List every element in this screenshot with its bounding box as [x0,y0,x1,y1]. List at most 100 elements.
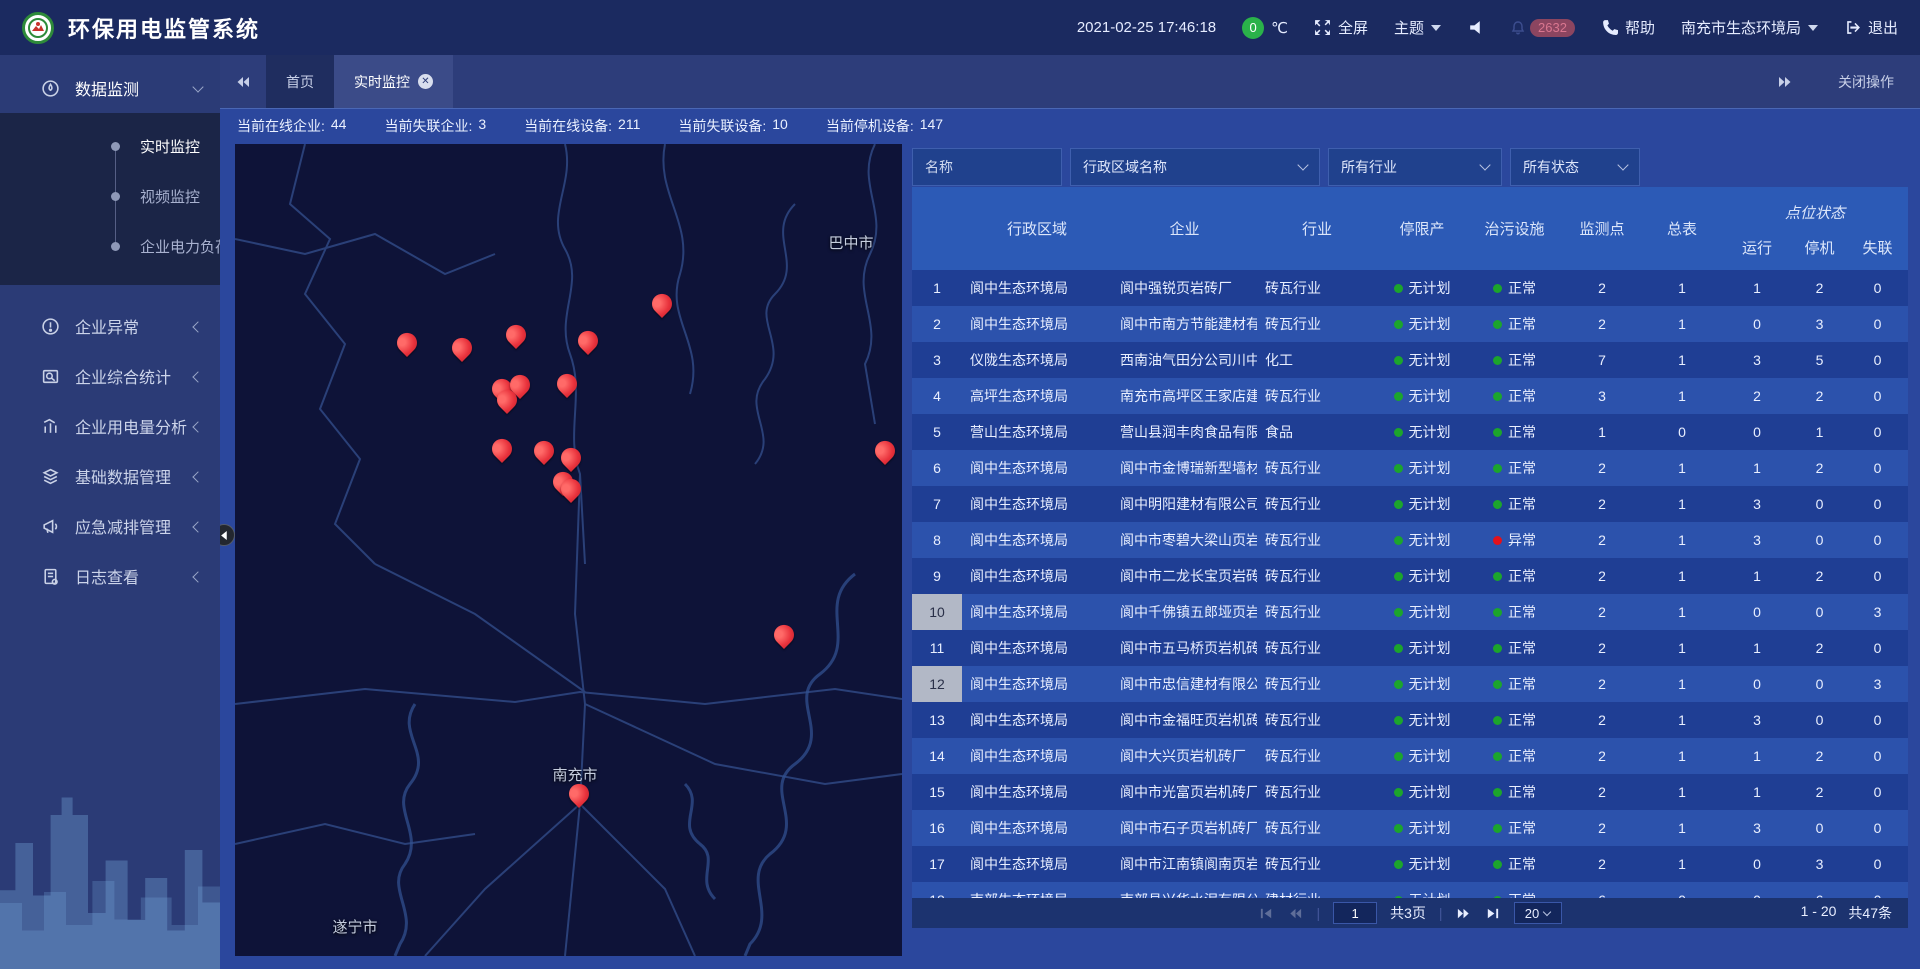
cell-company: 南充市高坪区王家店建 [1112,378,1257,414]
notification-area[interactable]: 2632 [1510,19,1575,37]
prev-page-button[interactable] [1287,905,1303,921]
cell-points: 2 [1562,558,1642,594]
cell-limit: 无计划 [1377,846,1467,882]
status-dot-icon [1493,356,1502,365]
region-select[interactable]: 行政区域名称 [1070,148,1320,186]
app-header: 环保用电监管系统 2021-02-25 17:46:18 0 ℃ 全屏 主题 2… [0,0,1920,55]
table-row[interactable]: 1阆中生态环境局阆中强锐页岩砖厂砖瓦行业无计划正常21120 [912,270,1908,306]
status-dot-icon [1394,428,1403,437]
table-row[interactable]: 9阆中生态环境局阆中市二龙长宝页岩砖砖瓦行业无计划正常21120 [912,558,1908,594]
sidebar-item-6[interactable]: 日志查看 [0,551,220,601]
sidebar-item-0[interactable]: 数据监测 [0,63,220,113]
cell-facility: 正常 [1467,342,1562,378]
fullscreen-button[interactable]: 全屏 [1314,17,1368,38]
tab-bar: 首页 实时监控 ✕ 关闭操作 [220,55,1920,108]
sidebar-item-2[interactable]: 企业综合统计 [0,351,220,401]
sidebar-subitem[interactable]: 企业电力负荷明细 [0,221,220,271]
table-row[interactable]: 6阆中生态环境局阆中市金博瑞新型墙材砖瓦行业无计划正常21120 [912,450,1908,486]
sidebar-item-label: 企业异常 [75,314,139,338]
col-index [912,187,962,270]
status-dot-icon [1493,572,1502,581]
cell-lost: 0 [1847,342,1908,378]
next-page-button[interactable] [1456,905,1472,921]
org-dropdown[interactable]: 南充市生态环境局 [1681,17,1818,38]
table-row[interactable]: 10阆中生态环境局阆中千佛镇五郎垭页岩砖瓦行业无计划正常21003 [912,594,1908,630]
mute-button[interactable] [1467,19,1484,36]
cell-lost: 0 [1847,450,1908,486]
company-name-input-box[interactable] [912,148,1062,186]
industry-select[interactable]: 所有行业 [1328,148,1502,186]
sidebar-item-5[interactable]: 应急减排管理 [0,501,220,551]
sidebar-item-4[interactable]: 基础数据管理 [0,451,220,501]
status-dot-icon [1493,464,1502,473]
table-row[interactable]: 8阆中生态环境局阆中市枣碧大梁山页岩砖瓦行业无计划异常21300 [912,522,1908,558]
cell-company: 阆中市金福旺页岩机砖 [1112,702,1257,738]
cell-facility: 异常 [1467,522,1562,558]
table-row[interactable]: 7阆中生态环境局阆中明阳建材有限公司砖瓦行业无计划正常21300 [912,486,1908,522]
col-lost: 失联 [1847,225,1908,270]
sidebar-subitem[interactable]: 实时监控 [0,121,220,171]
cell-region: 阆中生态环境局 [962,594,1112,630]
cell-meter: 1 [1642,774,1722,810]
chart-icon [40,416,60,436]
page-input[interactable] [1333,902,1377,924]
cell-limit: 无计划 [1377,774,1467,810]
cell-index: 18 [912,882,962,898]
log-icon [40,566,60,586]
tab-scroll-left-button[interactable] [220,55,266,108]
prev-page-icon [1288,906,1303,921]
cell-company: 阆中市二龙长宝页岩砖 [1112,558,1257,594]
table-row[interactable]: 2阆中生态环境局阆中市南方节能建材有砖瓦行业无计划正常21030 [912,306,1908,342]
table-row[interactable]: 13阆中生态环境局阆中市金福旺页岩机砖砖瓦行业无计划正常21300 [912,702,1908,738]
status-select[interactable]: 所有状态 [1510,148,1640,186]
col-company: 企业 [1112,187,1257,270]
cell-limit: 无计划 [1377,810,1467,846]
first-page-button[interactable] [1258,905,1274,921]
cell-stop: 3 [1792,846,1847,882]
table-row[interactable]: 14阆中生态环境局阆中大兴页岩机砖厂砖瓦行业无计划正常21120 [912,738,1908,774]
table-row[interactable]: 5营山生态环境局营山县润丰肉食品有限食品无计划正常10010 [912,414,1908,450]
skyline-graphic [0,759,220,969]
status-dot-icon [1493,824,1502,833]
table-row[interactable]: 15阆中生态环境局阆中市光富页岩机砖厂砖瓦行业无计划正常21120 [912,774,1908,810]
tab-scroll-right-button[interactable] [1762,74,1808,90]
help-button[interactable]: 帮助 [1601,17,1655,38]
status-dot-icon [1394,500,1403,509]
cell-company: 营山县润丰肉食品有限 [1112,414,1257,450]
sidebar-item-3[interactable]: 企业用电量分析 [0,401,220,451]
logout-button[interactable]: 退出 [1844,17,1898,38]
table-row[interactable]: 12阆中生态环境局阆中市忠信建材有限公砖瓦行业无计划正常21003 [912,666,1908,702]
cell-meter: 1 [1642,666,1722,702]
cell-region: 阆中生态环境局 [962,702,1112,738]
page-size-select[interactable]: 20 [1514,902,1562,924]
map-panel[interactable]: 巴中市南充市遂宁市 [235,144,902,956]
theme-dropdown[interactable]: 主题 [1394,17,1441,38]
cell-region: 仪陇生态环境局 [962,342,1112,378]
last-page-button[interactable] [1485,905,1501,921]
sidebar-item-label: 应急减排管理 [75,514,171,538]
tab-realtime-monitor[interactable]: 实时监控 ✕ [334,55,453,108]
table-row[interactable]: 18南部生态环境局南部县兴华水泥有限公建材行业无计划正常60060 [912,882,1908,898]
table-row[interactable]: 3仪陇生态环境局西南油气田分公司川中化工无计划正常71350 [912,342,1908,378]
cell-region: 高坪生态环境局 [962,378,1112,414]
cell-limit: 无计划 [1377,522,1467,558]
sidebar-item-1[interactable]: 企业异常 [0,301,220,351]
cell-stop: 3 [1792,306,1847,342]
table-row[interactable]: 4高坪生态环境局南充市高坪区王家店建砖瓦行业无计划正常31220 [912,378,1908,414]
cell-stop: 2 [1792,450,1847,486]
cell-lost: 0 [1847,882,1908,898]
company-name-input[interactable] [925,159,1049,175]
sidebar-subitem[interactable]: 视频监控 [0,171,220,221]
page-range-label: 1 - 20 [1801,903,1837,923]
cell-points: 2 [1562,522,1642,558]
table-row[interactable]: 11阆中生态环境局阆中市五马桥页岩机砖砖瓦行业无计划正常21120 [912,630,1908,666]
close-operations-button[interactable]: 关闭操作 [1838,72,1894,92]
col-points: 监测点 [1562,187,1642,270]
app-title: 环保用电监管系统 [68,12,260,44]
tab-close-icon[interactable]: ✕ [418,74,433,89]
cell-points: 7 [1562,342,1642,378]
tab-home[interactable]: 首页 [266,55,334,108]
table-row[interactable]: 16阆中生态环境局阆中市石子页岩机砖厂砖瓦行业无计划正常21300 [912,810,1908,846]
cell-industry: 砖瓦行业 [1257,630,1377,666]
table-row[interactable]: 17阆中生态环境局阆中市江南镇阆南页岩砖瓦行业无计划正常21030 [912,846,1908,882]
